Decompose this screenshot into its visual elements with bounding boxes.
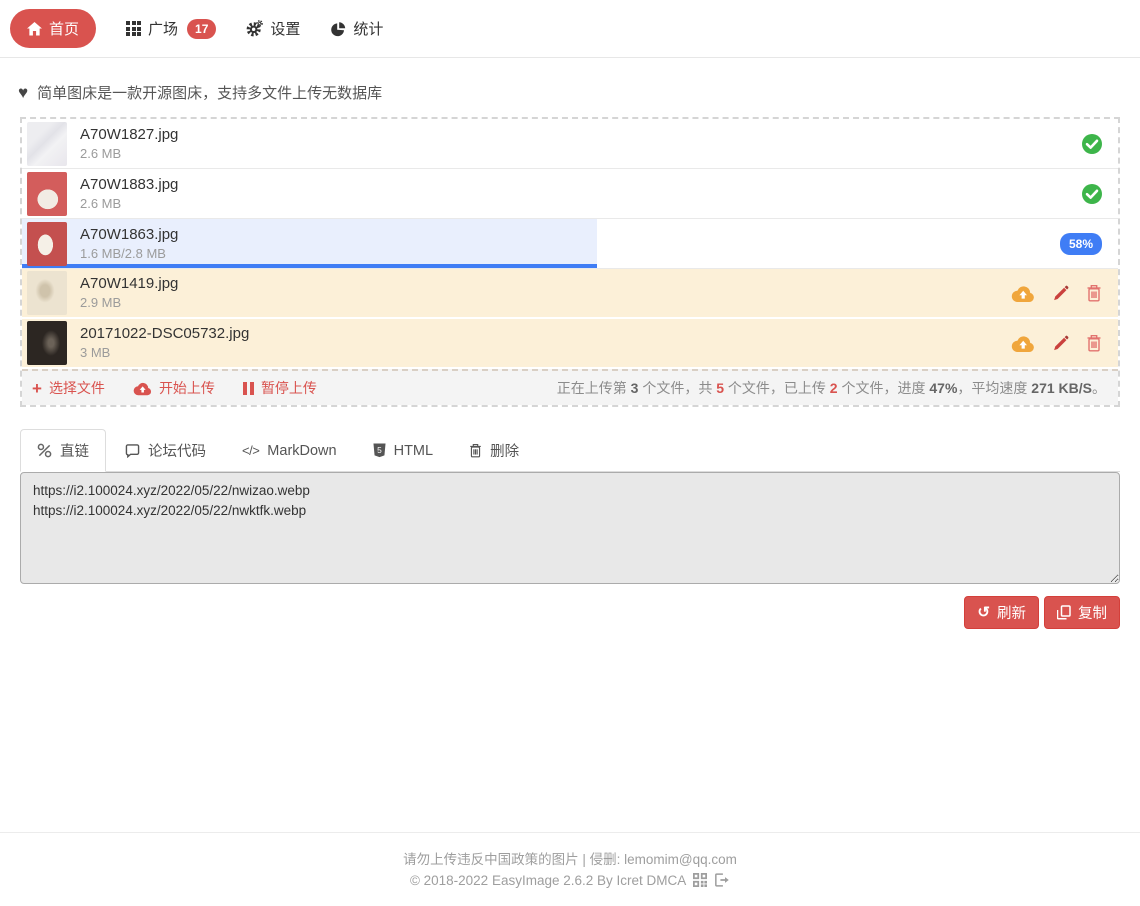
navbar: 首页 广场 17 设置 [0,0,1140,58]
check-icon [1082,134,1102,154]
file-name: A70W1863.jpg [80,225,178,245]
tab-html[interactable]: 5 HTML [356,429,450,472]
logout-icon[interactable] [715,873,730,887]
file-size: 1.6 MB/2.8 MB [80,245,178,263]
plus-icon: + [32,380,42,397]
intro-text: 简单图床是一款开源图床，支持多文件上传无数据库 [37,82,382,103]
html5-icon: 5 [373,443,386,458]
file-row: A70W1827.jpg 2.6 MB [22,119,1118,169]
file-row: A70W1883.jpg 2.6 MB [22,169,1118,219]
pencil-icon[interactable] [1052,335,1069,352]
link-icon [37,443,52,458]
file-name: 20171022-DSC05732.jpg [80,324,249,344]
nav-item-home[interactable]: 首页 [10,9,96,48]
file-thumbnail [27,122,67,166]
tab-delete[interactable]: 删除 [452,429,536,472]
tab-markdown-label: MarkDown [267,443,336,459]
file-name: A70W1827.jpg [80,125,178,145]
grid-icon [126,21,141,36]
file-size: 2.9 MB [80,294,178,312]
cloud-upload-icon[interactable] [1011,284,1035,303]
tab-forum-label: 论坛代码 [148,440,206,461]
code-icon: </> [242,443,259,458]
comment-icon [125,444,140,458]
gears-icon [246,20,263,37]
nav-settings-label: 设置 [270,18,300,39]
plaza-count-badge: 17 [187,19,216,39]
copy-icon [1057,605,1071,620]
refresh-button[interactable]: ↺ 刷新 [964,596,1039,629]
trash-icon[interactable] [1086,334,1102,352]
cloud-upload-icon [133,381,152,396]
nav-item-stats[interactable]: 统计 [330,18,383,39]
intro-line: ♥ 简单图床是一款开源图床，支持多文件上传无数据库 [18,82,1140,103]
upload-dropzone[interactable]: A70W1827.jpg 2.6 MB A70W1883.jpg 2.6 MB [20,117,1120,407]
refresh-label: 刷新 [997,602,1026,623]
result-actions: ↺ 刷新 复制 [20,596,1120,629]
footer-policy-line: 请勿上传违反中国政策的图片 | 侵删: lemomim@qq.com [0,850,1140,871]
qrcode-icon[interactable] [693,873,707,887]
trash-icon [469,443,482,458]
home-icon [27,22,42,36]
tab-direct-label: 直链 [60,440,89,461]
cloud-upload-icon[interactable] [1011,334,1035,353]
page-footer: 请勿上传违反中国政策的图片 | 侵删: lemomim@qq.com © 201… [0,832,1140,906]
start-upload-label: 开始上传 [159,378,215,398]
file-thumbnail [27,321,67,365]
file-size: 2.6 MB [80,145,178,163]
nav-home-label: 首页 [49,18,79,39]
tab-markdown[interactable]: </> MarkDown [225,429,354,472]
svg-text:5: 5 [377,445,382,455]
progress-percent-badge: 58% [1060,233,1102,255]
pause-upload-button[interactable]: 暂停上传 [243,378,317,398]
link-format-tabs: 直链 论坛代码 </> MarkDown 5 HTML 删除 [20,429,1120,472]
file-size: 3 MB [80,344,249,362]
file-row-pending: 20171022-DSC05732.jpg 3 MB [22,319,1118,369]
tab-delete-label: 删除 [490,440,519,461]
copy-label: 复制 [1078,602,1107,623]
upload-toolbar: + 选择文件 开始上传 暂停上传 正在上传第 3 个文件，共 5 个文件，已上传… [22,369,1118,405]
refresh-icon: ↺ [977,605,990,620]
pause-upload-label: 暂停上传 [261,378,317,398]
file-name: A70W1419.jpg [80,274,178,294]
heart-icon: ♥ [18,83,28,103]
nav-plaza-label: 广场 [148,18,178,39]
check-icon [1082,184,1102,204]
file-thumbnail [27,271,67,315]
trash-icon[interactable] [1086,284,1102,302]
file-row-pending: A70W1419.jpg 2.9 MB [22,269,1118,319]
file-size: 2.6 MB [80,195,178,213]
tab-forum-code[interactable]: 论坛代码 [108,429,223,472]
file-thumbnail [27,172,67,216]
file-row-uploading: A70W1863.jpg 1.6 MB/2.8 MB 58% [22,219,1118,269]
copy-button[interactable]: 复制 [1044,596,1120,629]
file-name: A70W1883.jpg [80,175,178,195]
select-files-label: 选择文件 [49,378,105,398]
page: 首页 广场 17 设置 [0,0,1140,906]
tab-html-label: HTML [394,443,433,459]
start-upload-button[interactable]: 开始上传 [133,378,215,398]
nav-item-settings[interactable]: 设置 [246,18,300,39]
upload-status-text: 正在上传第 3 个文件，共 5 个文件，已上传 2 个文件，进度 47%，平均速… [557,378,1106,398]
nav-stats-label: 统计 [353,18,383,39]
select-files-button[interactable]: + 选择文件 [32,378,105,398]
pie-chart-icon [330,21,346,37]
file-thumbnail [27,222,67,266]
links-textarea[interactable]: https://i2.100024.xyz/2022/05/22/nwizao.… [20,472,1120,584]
tab-direct-link[interactable]: 直链 [20,429,106,472]
footer-copyright-line: © 2018-2022 EasyImage 2.6.2 By Icret DMC… [0,871,1140,892]
nav-item-plaza[interactable]: 广场 17 [126,18,216,39]
pencil-icon[interactable] [1052,285,1069,302]
pause-icon [243,382,254,395]
